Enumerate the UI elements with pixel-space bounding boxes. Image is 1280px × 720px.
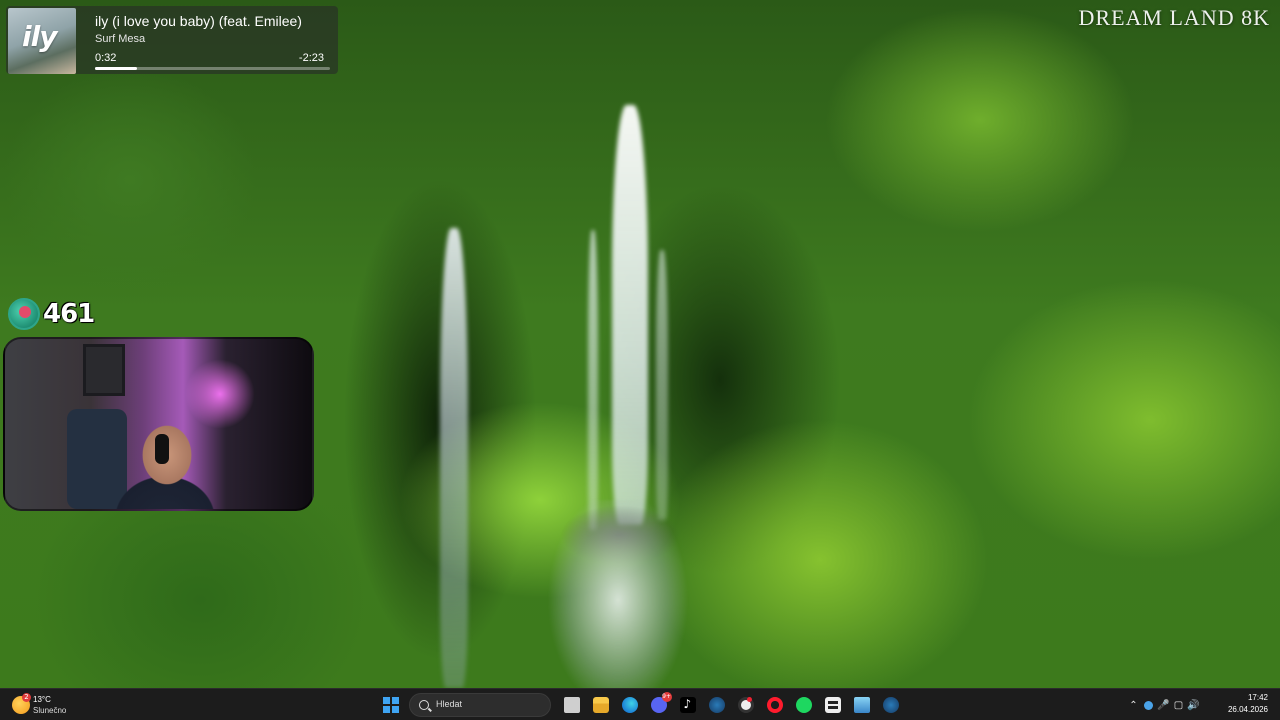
cloud-icon bbox=[1144, 700, 1153, 710]
taskbar-apps: Hledat 9+ bbox=[376, 689, 905, 720]
start-button[interactable] bbox=[376, 689, 405, 720]
search-placeholder: Hledat bbox=[436, 699, 463, 709]
elapsed-time: 0:32 bbox=[95, 52, 117, 64]
waterfall-left bbox=[440, 228, 468, 688]
webcam-overlay bbox=[3, 337, 314, 511]
app-button[interactable] bbox=[818, 689, 847, 720]
speaker-icon: 🔊 bbox=[1187, 699, 1200, 711]
opera-gx-button[interactable] bbox=[760, 689, 789, 720]
volume-button[interactable]: 🔊 bbox=[1186, 689, 1201, 720]
task-view-icon bbox=[563, 697, 580, 713]
weather-badge: 2 bbox=[22, 693, 31, 702]
headset bbox=[155, 434, 169, 464]
follower-counter: 461 bbox=[8, 297, 95, 331]
network-status-button[interactable] bbox=[1141, 689, 1156, 720]
progress-bar bbox=[95, 67, 330, 70]
wallpaper-watermark: DREAM LAND 8K bbox=[1078, 5, 1270, 30]
waterfall-main bbox=[612, 105, 648, 525]
search-box[interactable]: Hledat bbox=[409, 693, 551, 717]
clock-date: 26.04.2026 bbox=[1227, 705, 1268, 714]
steam-button-2[interactable] bbox=[876, 689, 905, 720]
album-art-text: ily bbox=[22, 20, 57, 53]
microphone-button[interactable]: 🎤 bbox=[1156, 689, 1171, 720]
taskbar-clock[interactable]: 17:42 26.04.2026 bbox=[1228, 693, 1268, 714]
steam-icon bbox=[708, 697, 725, 713]
task-view-button[interactable] bbox=[557, 689, 586, 720]
weather-widget[interactable]: 2 13°C Slunečno bbox=[12, 693, 112, 717]
show-hidden-icons-button[interactable]: ⌃ bbox=[1126, 689, 1141, 720]
windows-icon bbox=[382, 697, 399, 713]
track-artist: Surf Mesa bbox=[95, 33, 146, 45]
folder-icon bbox=[592, 697, 609, 713]
system-tray: ⌃ 🎤 ▢ 🔊 bbox=[1126, 689, 1201, 720]
search-icon bbox=[419, 700, 429, 710]
tiktok-icon bbox=[679, 697, 696, 713]
monitor-icon: ▢ bbox=[1173, 699, 1184, 711]
steam-button[interactable] bbox=[702, 689, 731, 720]
waterfall-thin bbox=[588, 230, 598, 530]
photos-icon bbox=[853, 697, 870, 713]
photos-button[interactable] bbox=[847, 689, 876, 720]
discord-button[interactable]: 9+ bbox=[644, 689, 673, 720]
album-art: ily bbox=[8, 8, 76, 74]
waterfall-thin bbox=[656, 250, 668, 520]
obs-icon bbox=[737, 697, 754, 713]
progress-fill bbox=[95, 67, 138, 70]
discord-icon: 9+ bbox=[650, 692, 672, 713]
track-title: ily (i love you baby) (feat. Emilee) bbox=[95, 13, 302, 29]
edge-icon bbox=[621, 697, 638, 713]
steam-icon bbox=[882, 697, 899, 713]
spotify-icon bbox=[795, 697, 812, 713]
weather-condition: Slunečno bbox=[33, 706, 67, 715]
obs-button[interactable] bbox=[731, 689, 760, 720]
display-button[interactable]: ▢ bbox=[1171, 689, 1186, 720]
remaining-time: -2:23 bbox=[298, 52, 324, 64]
spotify-button[interactable] bbox=[789, 689, 818, 720]
now-playing-widget: ily ily (i love you baby) (feat. Emilee)… bbox=[6, 6, 338, 74]
weather-temperature: 13°C bbox=[33, 695, 51, 704]
edge-button[interactable] bbox=[615, 689, 644, 720]
wall-picture-frame bbox=[83, 344, 125, 396]
file-explorer-button[interactable] bbox=[586, 689, 615, 720]
taskbar: 2 13°C Slunečno Hledat 9+ ⌃ 🎤 ▢ 🔊 17:42 … bbox=[0, 688, 1280, 720]
app-icon bbox=[824, 697, 841, 713]
microphone-icon: 🎤 bbox=[1157, 699, 1170, 711]
tiktok-button[interactable] bbox=[673, 689, 702, 720]
waterfall-mist bbox=[548, 500, 688, 688]
follower-count: 461 bbox=[43, 299, 95, 329]
opera-gx-icon bbox=[766, 697, 783, 713]
follower-goal-icon bbox=[8, 298, 40, 330]
clock-time: 17:42 bbox=[1247, 693, 1268, 702]
notification-badge: 9+ bbox=[661, 692, 672, 702]
